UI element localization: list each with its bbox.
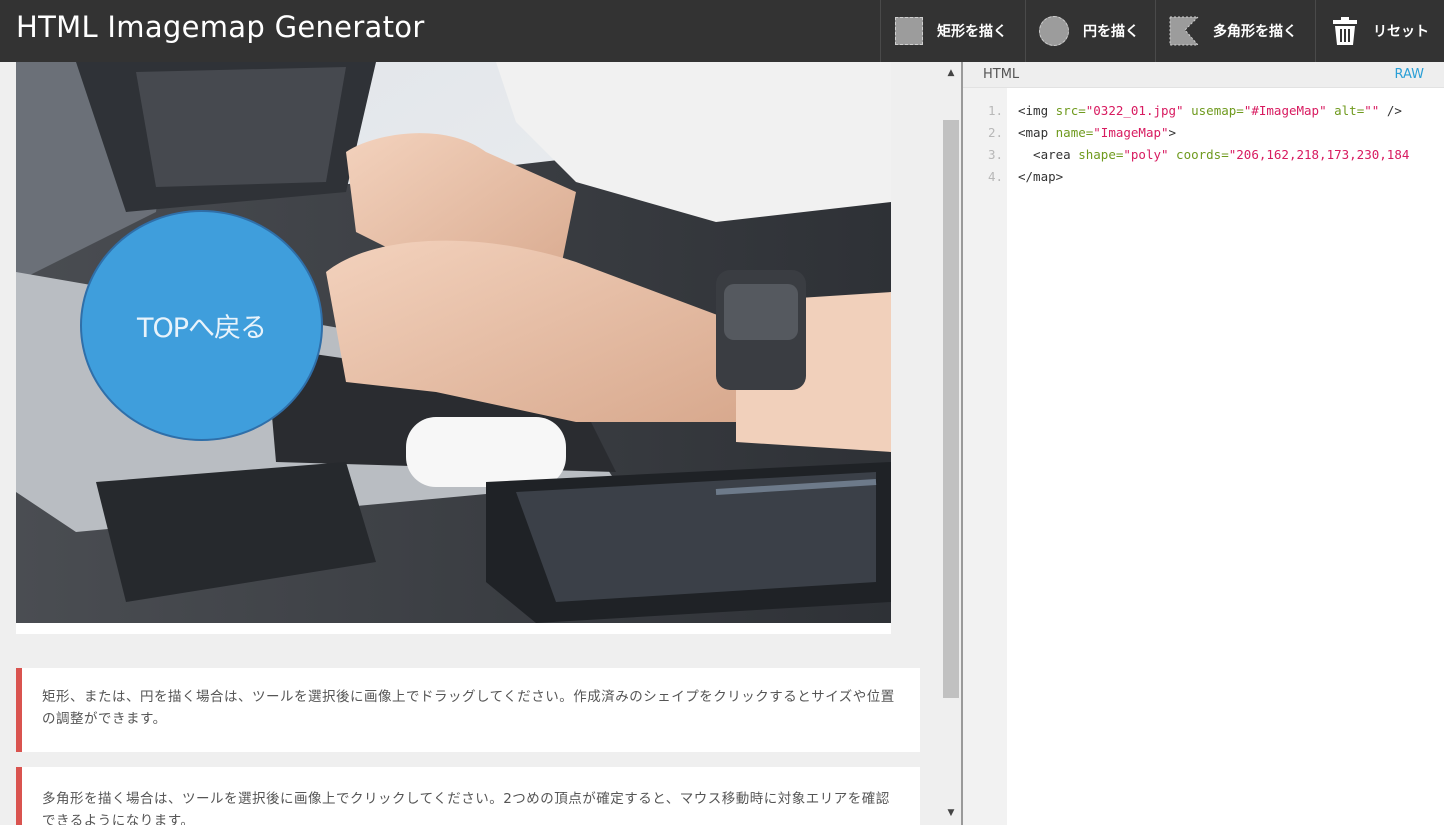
dashed-polygon-icon xyxy=(1169,16,1199,46)
dashed-square-icon xyxy=(895,17,923,45)
reset-label: リセット xyxy=(1373,24,1429,40)
scroll-thumb[interactable] xyxy=(943,120,959,698)
help-note-rect-circle: 矩形、または、円を描く場合は、ツールを選択後に画像上でドラッグしてください。作成… xyxy=(16,668,920,752)
code-language-label: HTML xyxy=(983,67,1020,82)
code-text: </map> xyxy=(1018,169,1064,184)
code-panel: HTML RAW 1 <img src="0322_01.jpg" usemap… xyxy=(963,62,1444,825)
code-lines[interactable]: 1 <img src="0322_01.jpg" usemap="#ImageM… xyxy=(963,100,1444,188)
app-title: HTML Imagemap Generator xyxy=(16,10,425,44)
code-line: 3 <area shape="poly" coords="206,162,218… xyxy=(963,144,1444,166)
dashed-circle-icon xyxy=(1039,16,1069,46)
image-canvas[interactable]: TOPへ戻る xyxy=(16,62,891,634)
vertical-scrollbar[interactable]: ▲ ▼ xyxy=(941,62,961,825)
draw-rect-label: 矩形を描く xyxy=(937,24,1007,40)
triangle-up-icon[interactable]: ▲ xyxy=(941,64,961,82)
code-text: <map name="ImageMap"> xyxy=(1018,125,1177,140)
line-number-gutter xyxy=(963,88,1007,825)
help-note-polygon: 多角形を描く場合は、ツールを選択後に画像上でクリックしてください。2つめの頂点が… xyxy=(16,767,920,825)
draw-poly-button[interactable]: 多角形を描く xyxy=(1155,0,1315,62)
raw-link[interactable]: RAW xyxy=(1394,67,1424,82)
line-number: 1 xyxy=(963,100,1007,122)
help-note-text: 矩形、または、円を描く場合は、ツールを選択後に画像上でドラッグしてください。作成… xyxy=(42,689,895,727)
draw-rect-button[interactable]: 矩形を描く xyxy=(880,0,1025,62)
line-number: 2 xyxy=(963,122,1007,144)
editor-pane: TOPへ戻る 矩形、または、円を描く場合は、ツールを選択後に画像上でドラッグして… xyxy=(0,62,961,825)
line-number: 4 xyxy=(963,166,1007,188)
code-text: <img src="0322_01.jpg" usemap="#ImageMap… xyxy=(1018,103,1402,118)
triangle-down-icon[interactable]: ▼ xyxy=(941,804,961,822)
code-text: <area shape="poly" coords="206,162,218,1… xyxy=(1018,147,1410,162)
top-bar: HTML Imagemap Generator 矩形を描く 円を描く 多角形を描… xyxy=(0,0,1444,62)
top-return-circle-area[interactable]: TOPへ戻る xyxy=(80,210,323,441)
circle-area-label: TOPへ戻る xyxy=(136,313,267,344)
draw-circle-label: 円を描く xyxy=(1083,24,1139,40)
code-line: 1 <img src="0322_01.jpg" usemap="#ImageM… xyxy=(963,100,1444,122)
code-panel-header: HTML RAW xyxy=(963,62,1444,88)
line-number: 3 xyxy=(963,144,1007,166)
code-line: 2 <map name="ImageMap"> xyxy=(963,122,1444,144)
draw-circle-button[interactable]: 円を描く xyxy=(1025,0,1155,62)
code-line: 4 </map> xyxy=(963,166,1444,188)
draw-poly-label: 多角形を描く xyxy=(1213,24,1297,40)
reset-button[interactable]: リセット xyxy=(1315,0,1444,62)
help-note-text: 多角形を描く場合は、ツールを選択後に画像上でクリックしてください。2つめの頂点が… xyxy=(42,791,890,825)
trash-icon xyxy=(1333,17,1357,45)
